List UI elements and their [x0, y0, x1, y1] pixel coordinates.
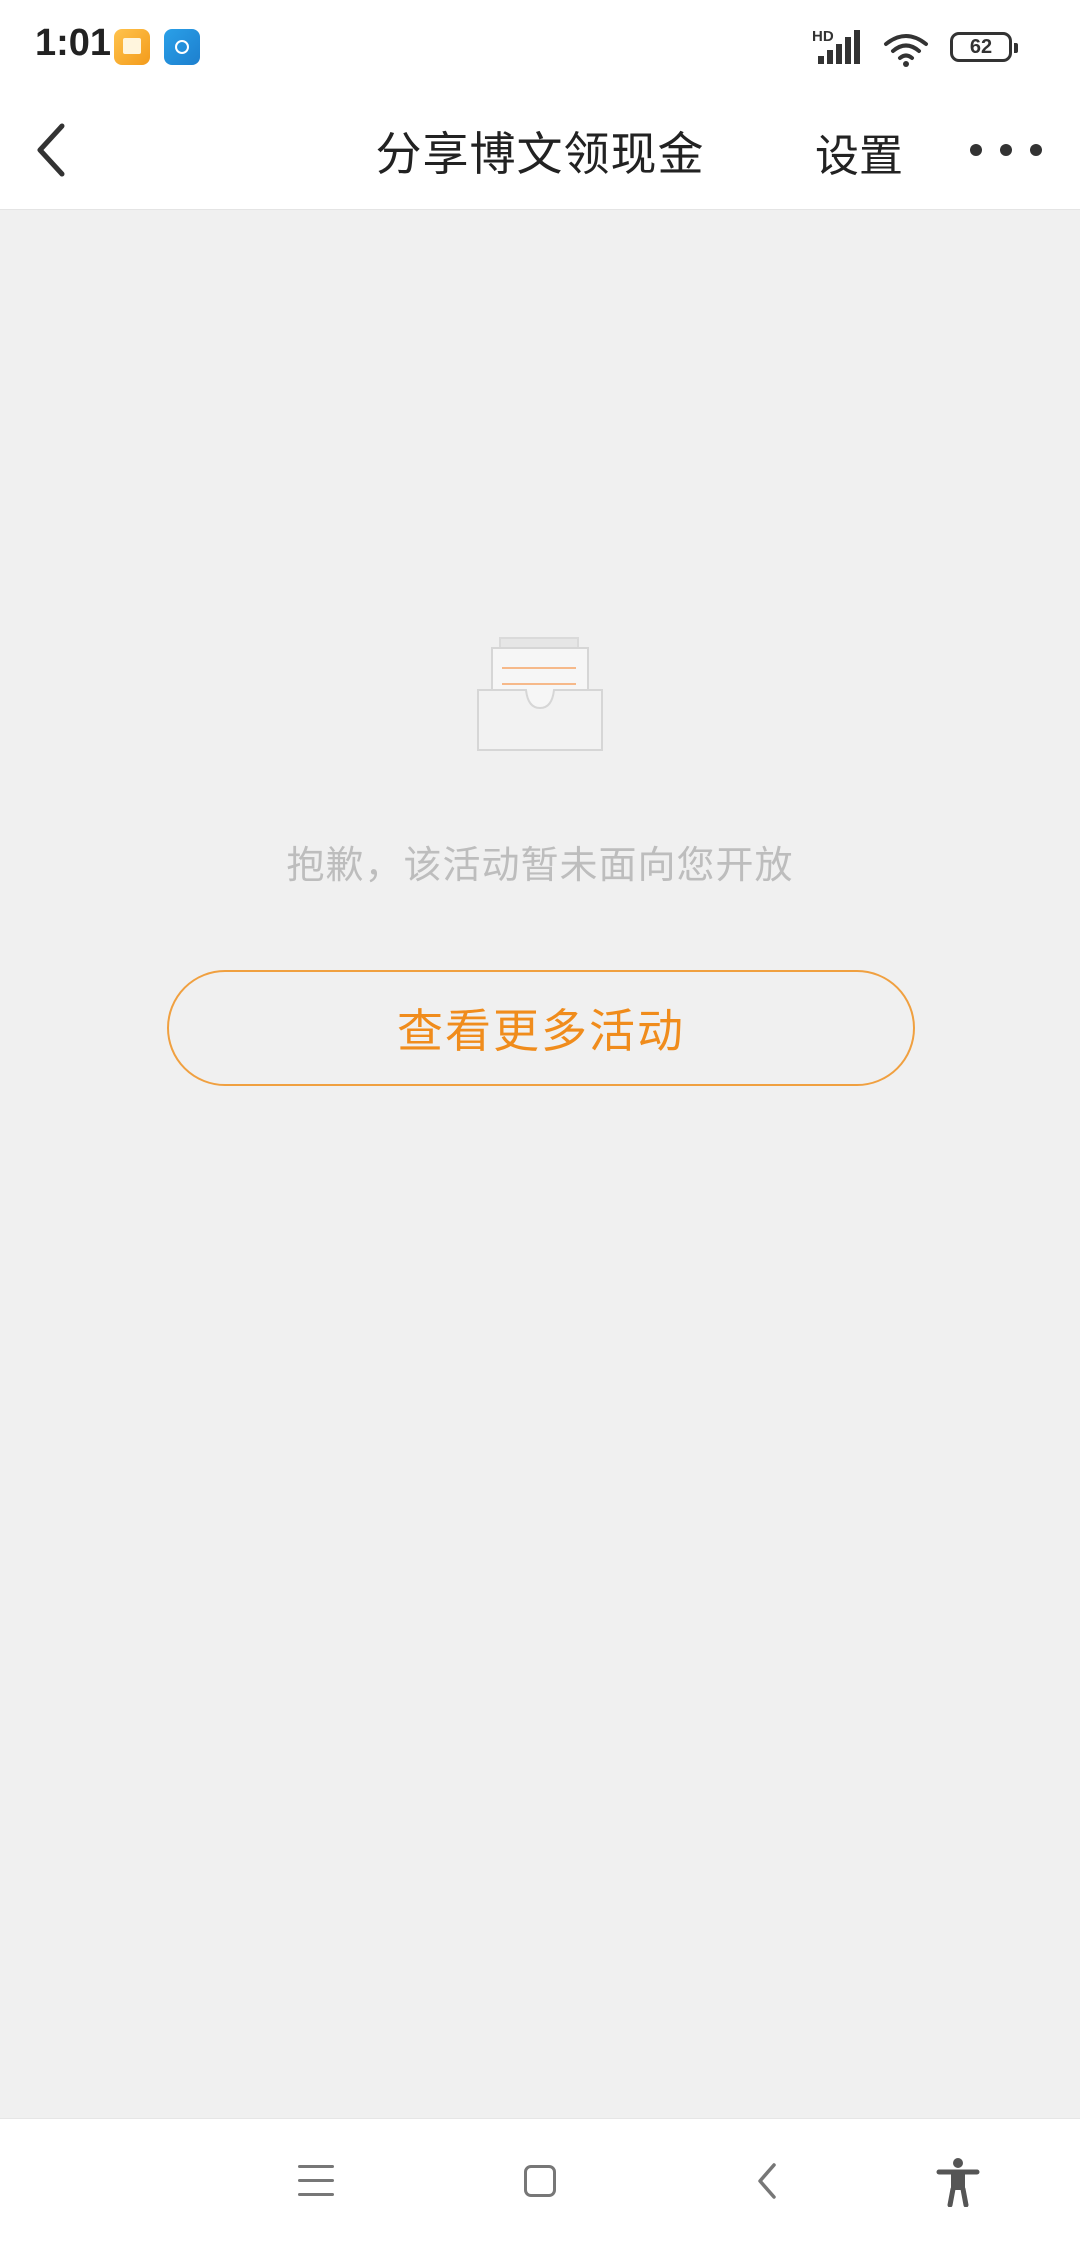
settings-button[interactable]: 设置 [815, 120, 903, 184]
status-time: 1:01 [35, 22, 112, 64]
status-indicators: HD 62 [812, 24, 1042, 72]
accessibility-icon[interactable] [936, 2157, 980, 2207]
title-bar: 分享博文领现金 设置 [0, 96, 1080, 210]
back-icon[interactable] [748, 2159, 788, 2203]
menu-icon[interactable] [298, 2165, 334, 2199]
page-title: 分享博文领现金 [375, 127, 705, 181]
battery-level: 62 [969, 36, 993, 58]
empty-inbox-icon [477, 637, 603, 751]
back-arrow-icon[interactable] [30, 120, 90, 180]
view-more-activities-label: 查看更多活动 [397, 1004, 685, 1058]
unavailable-message: 抱歉，该活动暂未面向您开放 [286, 843, 794, 887]
status-bar: 1:01 HD 62 [0, 0, 1080, 96]
signal-icon: HD [812, 28, 860, 68]
system-navigation-bar [0, 2118, 1080, 2249]
view-more-activities-button[interactable]: 查看更多活动 [167, 970, 915, 1086]
more-dots-icon[interactable] [970, 130, 1042, 170]
network-type-label: HD [812, 28, 834, 45]
wifi-icon [884, 34, 928, 67]
home-icon[interactable] [524, 2165, 556, 2197]
battery-icon: 62 [950, 32, 1018, 62]
photo-app-icon [114, 29, 150, 65]
cloud-app-icon [164, 29, 200, 65]
